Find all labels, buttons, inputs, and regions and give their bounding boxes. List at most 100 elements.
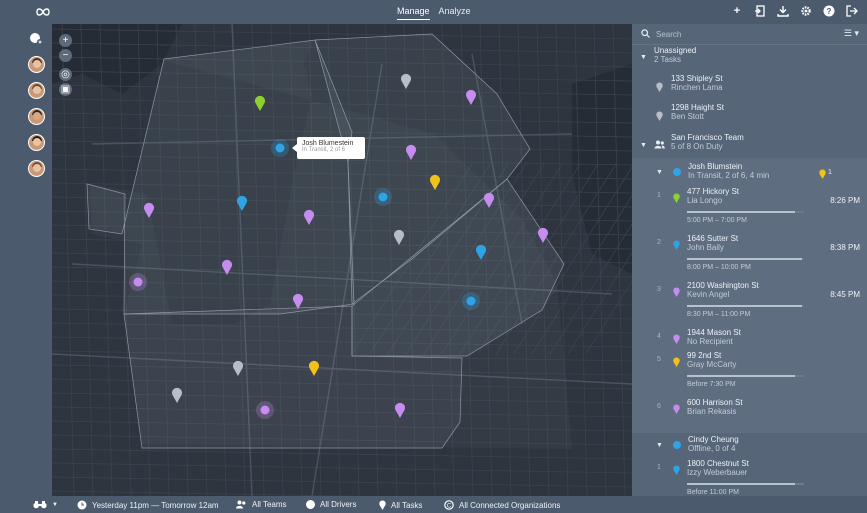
avatar[interactable] — [28, 56, 45, 73]
task-recipient: Kevin Angel — [687, 290, 730, 299]
map-canvas — [52, 24, 632, 496]
plus-icon[interactable]: + — [730, 4, 744, 18]
task-eta: 8:45 PM — [830, 290, 860, 299]
task-recipient: Brian Rekasis — [687, 407, 737, 416]
task-recipient: Ben Stott — [671, 112, 704, 121]
task-time-window: 5:00 PM – 7:00 PM — [687, 217, 747, 224]
driver-header[interactable]: ▼ Cindy Cheung Offline, 0 of 4 — [632, 435, 867, 459]
chevron-down-icon[interactable]: ▼ — [640, 142, 647, 149]
logout-icon[interactable] — [845, 4, 859, 18]
driver-marker[interactable] — [466, 296, 476, 306]
task-progress-bar — [687, 258, 804, 260]
driver-block: ▼ Josh Blumstein In Transit, 2 of 6, 4 m… — [632, 158, 867, 433]
driver-marker[interactable] — [378, 192, 388, 202]
task-count-badge: 1 — [828, 169, 832, 176]
task-row[interactable]: 3 2100 Washington St Kevin Angel 8:45 PM… — [632, 281, 867, 328]
task-order-number: 2 — [657, 239, 661, 246]
task-pin-icon — [673, 240, 680, 250]
list-item[interactable]: 133 Shipley St Rinchen Lama — [632, 74, 867, 96]
search-bar: ☰ ▾ — [632, 24, 867, 45]
driver-marker[interactable] — [275, 143, 285, 153]
task-time-window: Before 11:00 PM — [687, 489, 740, 496]
task-address: 477 Hickory St — [687, 187, 740, 196]
tab-manage[interactable]: Manage — [397, 6, 430, 20]
chevron-down-icon[interactable]: ▼ — [656, 169, 663, 176]
avatar[interactable] — [28, 108, 45, 125]
driver-header[interactable]: ▼ Josh Blumstein In Transit, 2 of 6, 4 m… — [632, 160, 867, 184]
drivers-filter[interactable]: All Drivers — [306, 500, 356, 509]
chevron-down-icon[interactable]: ▼ — [640, 54, 647, 61]
avatar[interactable] — [28, 82, 45, 99]
infinity-logo[interactable] — [31, 5, 55, 19]
help-icon[interactable]: ? — [822, 4, 836, 18]
task-eta: 8:38 PM — [830, 243, 860, 252]
task-row[interactable]: 1 477 Hickory St Lia Longo 8:26 PM 5:00 P… — [632, 187, 867, 234]
task-row[interactable]: 1 1800 Chestnut St Izzy Weberbauer Befor… — [632, 459, 867, 496]
driver-marker[interactable] — [133, 277, 143, 287]
task-row[interactable]: 5 99 2nd St Gray McCarty Before 7:30 PM — [632, 351, 867, 398]
avatar[interactable] — [28, 134, 45, 151]
search-input[interactable] — [656, 28, 806, 41]
driver-status-dot — [673, 441, 681, 449]
team-icon — [236, 500, 246, 509]
organizations-filter-label: All Connected Organizations — [459, 500, 561, 510]
driver-rail — [0, 24, 52, 496]
zoom-out-button[interactable]: − — [59, 49, 72, 62]
task-panel: ☰ ▾ ▼ Unassigned 2 Tasks 133 Shipley St … — [632, 24, 867, 496]
task-progress-bar — [687, 211, 804, 213]
layers-icon[interactable]: ▣ — [59, 83, 72, 96]
list-item[interactable]: 1298 Haight St Ben Stott — [632, 103, 867, 125]
task-pin-icon — [673, 287, 680, 297]
task-row[interactable]: 2 1646 Sutter St John Baily 8:38 PM 8:00 … — [632, 234, 867, 281]
team-filter-icon[interactable] — [29, 32, 43, 46]
task-progress-fill — [687, 305, 802, 307]
task-pin-icon — [673, 465, 680, 475]
organization-icon: C — [444, 500, 454, 510]
map-view[interactable]: + − ◎ ▣ Josh Blumestein In Transit, 2 of… — [52, 24, 632, 496]
organizations-filter[interactable]: C All Connected Organizations — [444, 500, 560, 510]
filter-bar: ▼ Yesterday 11pm — Tomorrow 12am All Tea… — [0, 496, 867, 513]
time-range-filter[interactable]: Yesterday 11pm — Tomorrow 12am — [77, 500, 219, 510]
task-progress-bar — [687, 375, 804, 377]
task-order-number: 1 — [657, 192, 661, 199]
task-recipient: Izzy Weberbauer — [687, 468, 748, 477]
teams-filter[interactable]: All Teams — [235, 500, 287, 509]
zoom-in-button[interactable]: + — [59, 34, 72, 47]
team-group[interactable]: ▼ San Francisco Team 5 of 8 On Duty — [632, 133, 867, 157]
task-pin-icon — [656, 111, 663, 121]
task-order-number: 1 — [657, 464, 661, 471]
list-options-icon[interactable]: ☰ ▾ — [844, 28, 859, 39]
task-pin-icon — [673, 334, 680, 344]
task-progress-fill — [687, 375, 795, 377]
task-pin-icon — [656, 82, 663, 92]
task-recipient: No Recipient — [687, 337, 733, 346]
gear-icon[interactable] — [799, 4, 813, 18]
task-row[interactable]: 6 600 Harrison St Brian Rekasis — [632, 398, 867, 422]
unassigned-group[interactable]: ▼ Unassigned 2 Tasks — [632, 46, 867, 68]
time-range-label: Yesterday 11pm — Tomorrow 12am — [92, 500, 219, 510]
driver-status: Offline, 0 of 4 — [688, 444, 736, 453]
team-icon — [654, 140, 665, 151]
driver-marker[interactable] — [260, 405, 270, 415]
task-progress-bar — [687, 305, 804, 307]
task-row[interactable]: 4 1944 Mason St No Recipient — [632, 328, 867, 351]
task-address: 1944 Mason St — [687, 328, 741, 337]
binoculars-icon[interactable]: ▼ — [33, 500, 58, 509]
task-time-window: Before 7:30 PM — [687, 381, 736, 388]
task-pin-icon — [673, 404, 680, 414]
svg-text:C: C — [447, 503, 452, 509]
task-address: 1298 Haight St — [671, 103, 724, 112]
task-progress-fill — [687, 483, 795, 485]
task-pin-icon — [673, 357, 680, 367]
task-order-number: 5 — [657, 356, 661, 363]
recenter-icon[interactable]: ◎ — [59, 68, 72, 81]
tab-analyze[interactable]: Analyze — [439, 6, 471, 20]
driver-name: Josh Blumstein — [688, 162, 743, 171]
chevron-down-icon[interactable]: ▼ — [656, 442, 663, 449]
import-icon[interactable] — [753, 4, 767, 18]
avatar[interactable] — [28, 160, 45, 177]
download-icon[interactable] — [776, 4, 790, 18]
task-pin-icon — [379, 500, 386, 510]
main-nav: Manage Analyze — [397, 6, 471, 20]
tasks-filter[interactable]: All Tasks — [379, 500, 422, 510]
